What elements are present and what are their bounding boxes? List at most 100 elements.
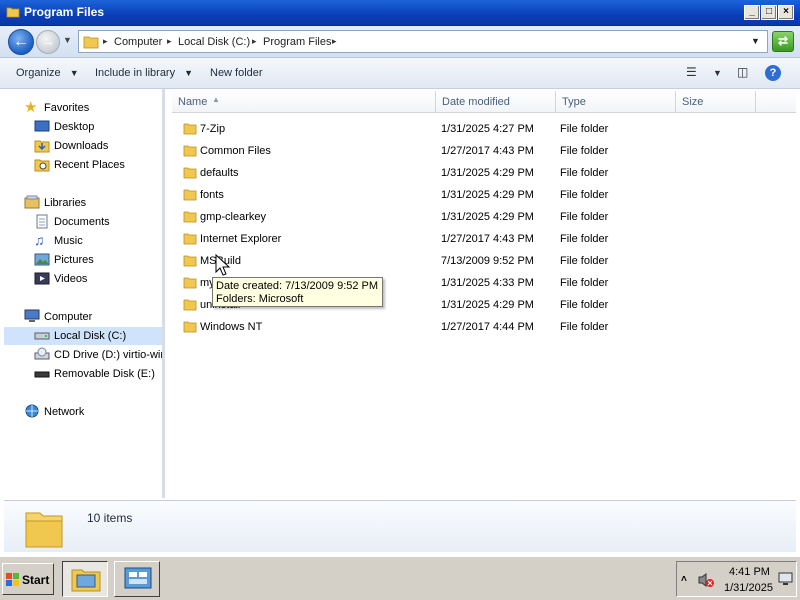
file-date-modified: 1/31/2025 4:29 PM — [441, 299, 534, 311]
nav-label: Removable Disk (E:) — [54, 368, 155, 380]
navigation-pane: ★ Favorites Desktop Downloads Recent Pla… — [4, 89, 162, 498]
file-type: File folder — [560, 189, 609, 201]
chevron-right-icon[interactable]: ▸ — [332, 36, 337, 47]
organize-label: Organize — [16, 67, 61, 79]
column-header-date[interactable]: Date modified — [436, 91, 556, 113]
table-row[interactable]: 7-Zip 1/31/2025 4:27 PM File folder — [165, 118, 796, 140]
nav-item-removable-disk[interactable]: Removable Disk (E:) — [4, 365, 162, 383]
file-name: 7-Zip — [200, 123, 226, 135]
nav-label: Videos — [54, 273, 88, 285]
nav-item-desktop[interactable]: Desktop — [4, 118, 162, 136]
tooltip-date-created: Date created: 7/13/2009 9:52 PM — [216, 280, 379, 292]
file-name: Windows NT — [200, 321, 263, 333]
nav-label: Favorites — [44, 102, 90, 114]
nav-label: Recent Places — [54, 159, 125, 171]
folder-icon — [183, 189, 197, 201]
tooltip-folders: Folders: Microsoft — [216, 293, 304, 305]
title-bar[interactable]: Program Files _ □ × — [0, 0, 800, 26]
maximize-button[interactable]: □ — [761, 5, 777, 20]
nav-item-network[interactable]: Network — [4, 403, 162, 421]
table-row[interactable]: gmp-clearkey 1/31/2025 4:29 PM File folder — [165, 206, 796, 228]
file-type: File folder — [560, 211, 609, 223]
table-row[interactable]: MSBuild7/13/2009 9:52 PMFile folder — [165, 250, 796, 272]
table-row[interactable]: Windows NT 1/27/2017 4:44 PM File folder — [165, 316, 796, 338]
column-header-size[interactable]: Size — [676, 91, 756, 113]
minimize-button[interactable]: _ — [744, 5, 760, 20]
help-icon[interactable]: ? — [765, 65, 781, 81]
address-bar[interactable]: ▸ Computer ▸ Local Disk (C:) ▸ Program F… — [78, 30, 768, 53]
pictures-icon — [34, 253, 50, 266]
breadcrumb-program-files[interactable]: Program Files — [263, 36, 331, 48]
recent-places-icon — [34, 159, 50, 172]
speaker-muted-icon[interactable] — [697, 572, 715, 588]
new-folder-button[interactable]: New folder — [210, 67, 263, 79]
nav-label: Network — [44, 406, 85, 418]
command-bar: Organize ▼ Include in library ▼ New fold… — [0, 58, 800, 89]
file-date-modified: 1/27/2017 4:43 PM — [441, 145, 534, 157]
refresh-button[interactable]: ⇄ — [772, 31, 794, 52]
nav-item-favorites[interactable]: ★ Favorites — [4, 99, 162, 117]
documents-icon — [36, 214, 48, 229]
nav-item-computer[interactable]: Computer — [4, 308, 162, 326]
file-type: File folder — [560, 145, 609, 157]
videos-icon — [34, 272, 50, 285]
start-button[interactable]: Start — [2, 563, 54, 595]
nav-item-music[interactable]: ♫ Music — [4, 232, 162, 250]
cd-drive-icon — [34, 347, 50, 360]
file-date-modified: 1/27/2017 4:43 PM — [441, 233, 534, 245]
column-header-label: Date modified — [442, 96, 510, 108]
forward-button[interactable]: → — [36, 30, 60, 54]
table-row[interactable]: defaults 1/31/2025 4:29 PM File folder — [165, 162, 796, 184]
taskbar-explorer-button[interactable] — [62, 561, 108, 597]
removable-disk-icon — [34, 371, 50, 378]
breadcrumb-local-disk[interactable]: Local Disk (C:) — [178, 36, 250, 48]
file-type: File folder — [560, 299, 609, 311]
file-name: fonts — [200, 189, 224, 201]
details-pane: 10 items — [4, 500, 796, 552]
organize-button[interactable]: Organize ▼ — [16, 67, 79, 79]
nav-label: Local Disk (C:) — [54, 330, 127, 342]
column-header-type[interactable]: Type — [556, 91, 676, 113]
chevron-right-icon[interactable]: ▸ — [103, 36, 108, 47]
computer-icon — [24, 309, 40, 322]
view-options-icon[interactable]: ☰ — [686, 65, 697, 79]
nav-label: Desktop — [54, 121, 95, 133]
clock-time[interactable]: 4:41 PM — [729, 566, 770, 578]
close-button[interactable]: × — [778, 5, 794, 20]
nav-item-pictures[interactable]: Pictures — [4, 251, 162, 269]
table-row[interactable]: fonts 1/31/2025 4:29 PM File folder — [165, 184, 796, 206]
file-date-modified: 1/31/2025 4:27 PM — [441, 123, 534, 135]
table-row[interactable]: Common Files 1/27/2017 4:43 PM File folder — [165, 140, 796, 162]
column-header-label: Type — [562, 96, 586, 108]
include-in-library-button[interactable]: Include in library ▼ — [95, 67, 193, 79]
folder-icon — [183, 167, 197, 179]
nav-item-recent-places[interactable]: Recent Places — [4, 156, 162, 174]
nav-item-documents[interactable]: Documents — [4, 213, 162, 231]
start-label: Start — [22, 573, 50, 587]
nav-item-cd-drive[interactable]: CD Drive (D:) virtio-win — [4, 346, 162, 364]
preview-pane-icon[interactable]: ◫ — [737, 65, 748, 79]
breadcrumb-computer[interactable]: Computer — [114, 36, 162, 48]
nav-item-libraries[interactable]: Libraries — [4, 194, 162, 212]
nav-item-videos[interactable]: Videos — [4, 270, 162, 288]
chevron-down-icon[interactable]: ▼ — [713, 68, 722, 78]
chevron-right-icon[interactable]: ▸ — [252, 36, 257, 47]
chevron-right-icon[interactable]: ▸ — [167, 36, 172, 47]
folder-icon — [83, 36, 99, 49]
back-button[interactable]: ← — [8, 29, 34, 55]
recent-pages-dropdown[interactable]: ▼ — [63, 35, 72, 45]
chevron-down-icon[interactable]: ▼ — [751, 36, 760, 46]
file-name: defaults — [200, 167, 239, 179]
nav-item-downloads[interactable]: Downloads — [4, 137, 162, 155]
nav-item-local-disk[interactable]: Local Disk (C:) — [4, 327, 162, 345]
show-desktop-icon[interactable] — [778, 572, 793, 586]
file-date-modified: 7/13/2009 9:52 PM — [441, 255, 534, 267]
folder-icon — [25, 512, 63, 548]
table-row[interactable]: Internet Explorer 1/27/2017 4:43 PM File f… — [165, 228, 796, 250]
clock-date[interactable]: 1/31/2025 — [724, 582, 773, 594]
file-type: File folder — [560, 123, 609, 135]
show-hidden-icons-icon[interactable]: ˄ — [681, 574, 687, 585]
taskbar-server-manager-button[interactable] — [114, 561, 160, 597]
column-header-name[interactable]: Name ▲ — [172, 91, 436, 113]
system-tray: ˄ 4:41 PM 1/31/2025 — [676, 561, 797, 597]
